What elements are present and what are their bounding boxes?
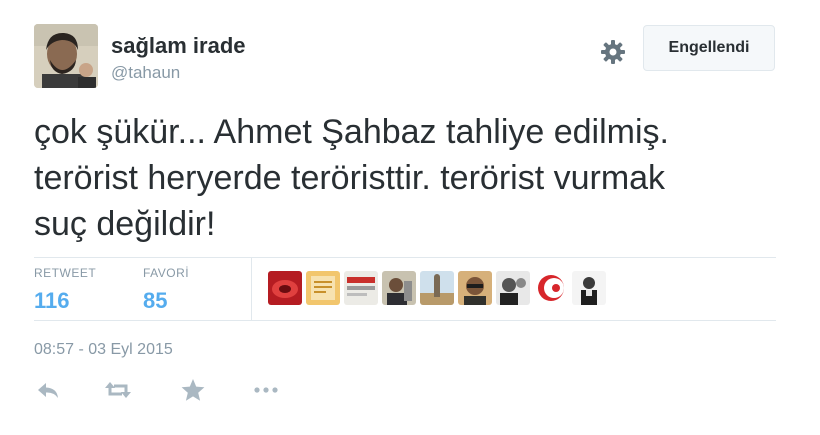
reply-icon[interactable]	[35, 377, 63, 403]
favoriter-avatars	[268, 271, 606, 305]
favorite-label: FAVORİ	[143, 266, 190, 280]
divider	[34, 320, 776, 321]
favoriter-avatar[interactable]	[458, 271, 492, 305]
divider	[251, 258, 252, 320]
tweet-line: çok şükür... Ahmet Şahbaz tahliye edilmi…	[34, 113, 669, 151]
blocked-button[interactable]: Engellendi	[643, 25, 775, 71]
avatar[interactable]	[34, 24, 98, 88]
favoriter-avatar[interactable]	[572, 271, 606, 305]
tweet-text: çok şükür... Ahmet Şahbaz tahliye edilmi…	[34, 109, 774, 247]
favoriter-avatar[interactable]	[344, 271, 378, 305]
gear-icon[interactable]	[600, 39, 626, 65]
retweet-label: RETWEET	[34, 266, 97, 280]
retweet-stat[interactable]: RETWEET 116	[34, 266, 96, 314]
favoriter-avatar[interactable]	[306, 271, 340, 305]
more-icon[interactable]	[252, 377, 280, 403]
retweet-icon[interactable]	[104, 377, 132, 403]
display-name[interactable]: sağlam irade	[111, 33, 246, 59]
user-handle[interactable]: @tahaun	[111, 63, 180, 83]
divider	[34, 257, 776, 258]
tweet-line: terörist heryerde teröristtir. terörist …	[34, 159, 666, 197]
favoriter-avatar[interactable]	[420, 271, 454, 305]
favoriter-avatar[interactable]	[382, 271, 416, 305]
favoriter-avatar[interactable]	[496, 271, 530, 305]
favoriter-avatar[interactable]	[534, 271, 568, 305]
tweet-line: suç değildir!	[34, 205, 216, 243]
favorite-stat[interactable]: FAVORİ 85	[143, 266, 189, 314]
tweet-timestamp[interactable]: 08:57 - 03 Eyl 2015	[34, 341, 173, 359]
favorite-icon[interactable]	[179, 377, 207, 403]
favoriter-avatar[interactable]	[268, 271, 302, 305]
favorite-count: 85	[143, 288, 168, 313]
retweet-count: 116	[34, 288, 70, 313]
